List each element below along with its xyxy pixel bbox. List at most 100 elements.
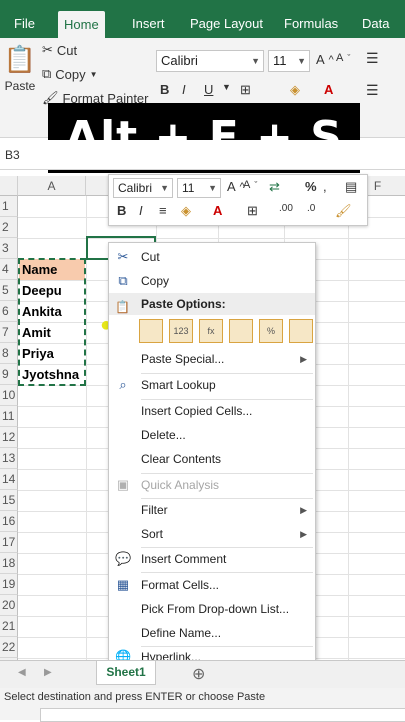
menu-item-paste-special[interactable]: Paste Special... ▶ — [109, 347, 315, 371]
percent-icon[interactable]: % — [305, 179, 317, 194]
row-header-21[interactable]: 21 — [0, 616, 18, 637]
status-bar: Select destination and press ENTER or ch… — [0, 688, 405, 722]
copy-button[interactable]: ⧉ Copy ▼ — [42, 66, 98, 82]
quick-analysis-icon: ▣ — [116, 477, 130, 492]
fill-color-icon[interactable]: ◈ — [181, 203, 191, 219]
scissors-icon: ✂ — [42, 42, 53, 57]
menu-item-insert-comment[interactable]: 💬 Insert Comment — [109, 547, 315, 571]
menu-item-insert-copied-cells[interactable]: Insert Copied Cells... — [109, 399, 315, 423]
row-header-4[interactable]: 4 — [0, 259, 18, 280]
format-table-icon[interactable]: ▤ — [345, 179, 357, 195]
paste-transpose-icon[interactable] — [229, 319, 253, 343]
row-header-19[interactable]: 19 — [0, 574, 18, 595]
row-header-5[interactable]: 5 — [0, 280, 18, 301]
row-header-2[interactable]: 2 — [0, 217, 18, 238]
menu-item-filter[interactable]: Filter ▶ — [109, 498, 315, 522]
name-box[interactable]: B3 — [5, 148, 20, 162]
row-header-18[interactable]: 18 — [0, 553, 18, 574]
tab-file[interactable]: File — [8, 9, 41, 38]
row-header-20[interactable]: 20 — [0, 595, 18, 616]
chevron-down-icon: ▼ — [251, 56, 260, 66]
row-header-11[interactable]: 11 — [0, 406, 18, 427]
paste-options-header: 📋 Paste Options: — [109, 293, 315, 315]
font-size-select[interactable]: 11 ▼ — [268, 50, 310, 72]
row-header-14[interactable]: 14 — [0, 469, 18, 490]
underline-button[interactable]: U — [204, 82, 213, 97]
row-header-6[interactable]: 6 — [0, 301, 18, 322]
tab-page-layout[interactable]: Page Layout — [184, 9, 269, 38]
italic-button[interactable]: I — [139, 203, 143, 218]
paste-icon[interactable] — [139, 319, 163, 343]
row-header-7[interactable]: 7 — [0, 322, 18, 343]
tab-formulas[interactable]: Formulas — [278, 9, 344, 38]
column-header-a[interactable]: A — [18, 176, 86, 196]
search-icon: ⌕ — [119, 377, 127, 392]
sheet-tab-sheet1[interactable]: Sheet1 — [96, 661, 156, 685]
borders-icon[interactable]: ⊞ — [240, 82, 251, 98]
shrink-font-button[interactable]: Aˇ — [243, 179, 257, 191]
row-header-9[interactable]: 9 — [0, 364, 18, 385]
decrease-decimal-icon[interactable]: .0 — [307, 203, 315, 214]
tab-home[interactable]: Home — [58, 11, 105, 38]
menu-item-format-cells[interactable]: ▦ Format Cells... — [109, 573, 315, 597]
row-header-13[interactable]: 13 — [0, 448, 18, 469]
cut-button[interactable]: ✂ Cut — [42, 42, 77, 58]
tab-insert[interactable]: Insert — [126, 9, 171, 38]
font-color-icon[interactable]: A — [213, 203, 222, 218]
scroll-right-icon[interactable]: ▶ — [44, 667, 52, 678]
borders-icon[interactable]: ⊞ — [247, 203, 258, 219]
font-name-select[interactable]: Calibri ▼ — [156, 50, 264, 72]
row-header-1[interactable]: 1 — [0, 196, 18, 217]
row-header-12[interactable]: 12 — [0, 427, 18, 448]
scroll-left-icon[interactable]: ◀ — [18, 667, 26, 678]
shrink-font-button[interactable]: Aˇ — [336, 52, 350, 64]
menu-item-sort[interactable]: Sort ▶ — [109, 522, 315, 546]
align-top-icon[interactable]: ☰ — [366, 50, 379, 67]
paintbrush-icon[interactable]: 🖌 — [335, 203, 352, 219]
align-center-icon[interactable]: ≡ — [159, 203, 167, 218]
comment-icon: 💬 — [115, 551, 132, 566]
paste-values-icon[interactable]: 123 — [169, 319, 193, 343]
menu-item-pick-from-list[interactable]: Pick From Drop-down List... — [109, 597, 315, 621]
tab-data[interactable]: Data — [356, 9, 395, 38]
menu-item-clear-contents[interactable]: Clear Contents — [109, 447, 315, 471]
menu-item-define-name[interactable]: Define Name... — [109, 621, 315, 645]
mini-font-select[interactable]: Calibri ▼ — [113, 178, 173, 198]
menu-item-cut[interactable]: ✂ Cut — [109, 245, 315, 269]
row-header-15[interactable]: 15 — [0, 490, 18, 511]
comma-style-icon[interactable]: , — [323, 179, 327, 194]
menu-item-copy[interactable]: ⧉ Copy — [109, 269, 315, 293]
row-header-17[interactable]: 17 — [0, 532, 18, 553]
paste-link-icon[interactable] — [289, 319, 313, 343]
number-format-icon[interactable]: ⇄ — [269, 179, 280, 195]
add-sheet-icon[interactable]: ⊕ — [192, 664, 205, 684]
gridline — [86, 196, 87, 660]
row-header-16[interactable]: 16 — [0, 511, 18, 532]
grow-font-button[interactable]: A ^ — [316, 52, 334, 67]
paste-button[interactable]: 📋 Paste — [4, 44, 36, 93]
bold-button[interactable]: B — [117, 203, 126, 218]
row-header-8[interactable]: 8 — [0, 343, 18, 364]
paste-formatting-icon[interactable]: % — [259, 319, 283, 343]
chevron-down-icon: ▼ — [160, 183, 169, 193]
gridline — [348, 196, 349, 660]
select-all-corner[interactable] — [0, 176, 18, 196]
bold-button[interactable]: B — [160, 82, 169, 97]
italic-button[interactable]: I — [182, 82, 186, 97]
align-left-icon[interactable]: ☰ — [366, 82, 379, 99]
fill-color-icon[interactable]: ◈ — [290, 82, 300, 98]
chevron-down-icon[interactable]: ▼ — [222, 82, 231, 92]
chevron-right-icon: ▶ — [300, 529, 307, 539]
menu-item-delete[interactable]: Delete... — [109, 423, 315, 447]
paste-formulas-icon[interactable]: fx — [199, 319, 223, 343]
row-header-3[interactable]: 3 — [0, 238, 18, 259]
copy-marquee — [18, 258, 86, 386]
row-header-10[interactable]: 10 — [0, 385, 18, 406]
mini-size-select[interactable]: 11 ▼ — [177, 178, 221, 198]
font-color-icon[interactable]: A — [324, 82, 333, 97]
row-header-22[interactable]: 22 — [0, 637, 18, 658]
menu-item-smart-lookup[interactable]: ⌕ Smart Lookup — [109, 373, 315, 397]
increase-decimal-icon[interactable]: .00 — [279, 203, 293, 214]
clipboard-icon: 📋 — [3, 44, 37, 74]
chevron-right-icon: ▶ — [300, 505, 307, 515]
